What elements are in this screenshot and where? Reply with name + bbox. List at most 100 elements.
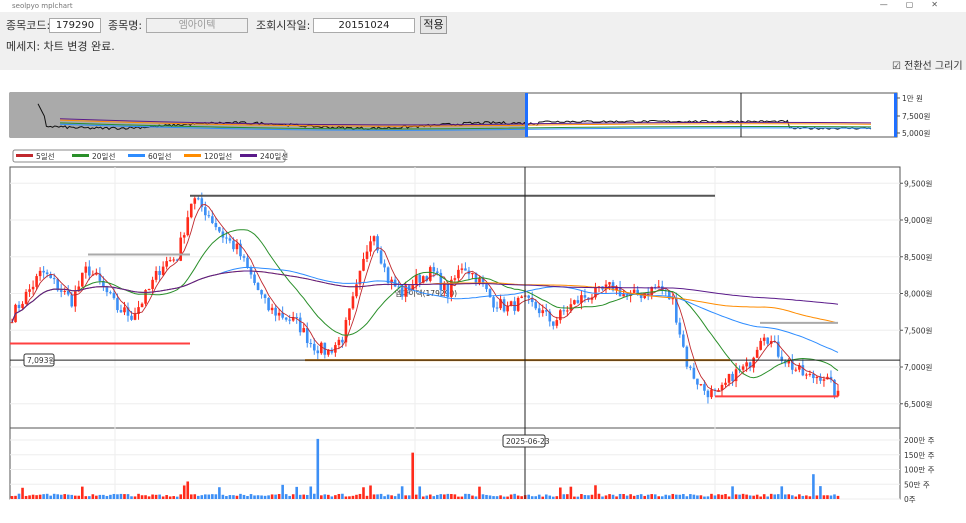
volume-bar [260, 495, 263, 499]
volume-tick-label: 100만 주 [904, 466, 935, 475]
volume-bar [611, 494, 615, 499]
candle-body [724, 382, 727, 385]
volume-bar [457, 496, 460, 499]
volume-bar [689, 494, 692, 499]
candle-body [703, 384, 706, 391]
volume-bar [105, 495, 109, 499]
legend-label: 240일선 [260, 152, 288, 161]
candle-body [386, 267, 390, 283]
volume-bar [780, 486, 784, 499]
candle-body [569, 304, 573, 311]
price-tick-label: 8,500원 [904, 253, 932, 262]
volume-bar [14, 495, 17, 499]
volume-bar [232, 495, 235, 499]
candle-body [263, 294, 267, 299]
volume-bar [513, 493, 516, 499]
volume-bar [446, 493, 450, 499]
volume-bar [147, 496, 151, 499]
volume-bar [481, 494, 485, 499]
legend-label: 20일선 [92, 152, 115, 161]
candle-body [710, 389, 713, 398]
candle-body [418, 274, 422, 283]
volume-bar [42, 494, 45, 499]
candle-body [365, 251, 369, 259]
candle-body [158, 270, 161, 275]
candle-body [762, 337, 766, 341]
candle-body [337, 339, 341, 346]
volume-bar [618, 493, 622, 499]
chart-canvas[interactable]: 9,500원 9,000원 8,500원 8,000원 7,500원 7,000원 6,50… [0, 0, 966, 523]
volume-bar [685, 496, 689, 499]
price-tick-label: 9,000원 [904, 216, 932, 225]
volume-bar [650, 494, 654, 499]
candle-body [130, 315, 133, 320]
volume-bar [52, 493, 56, 499]
volume-bar [207, 494, 211, 499]
overview-axis-label: 5,000원 [902, 129, 930, 138]
volume-bar [312, 493, 316, 499]
volume-bar [710, 493, 713, 499]
volume-bar [453, 494, 457, 499]
candle-body [348, 308, 351, 320]
volume-bar [309, 486, 313, 499]
volume-bar [421, 496, 425, 499]
volume-bar [263, 495, 267, 499]
volume-bar [738, 494, 741, 499]
volume-bar [298, 494, 302, 499]
volume-bar [815, 495, 819, 499]
volume-bar [629, 494, 632, 499]
candle-body [717, 389, 720, 391]
volume-bar [253, 495, 256, 499]
volume-bar [189, 494, 193, 499]
overview-range-handle-right[interactable] [894, 93, 897, 137]
volume-bar [808, 496, 812, 499]
candle-body [172, 259, 175, 261]
candle-body [196, 198, 200, 200]
legend-label: 120일선 [204, 152, 232, 161]
volume-bar [706, 496, 710, 499]
overview-range-handle-left[interactable] [525, 93, 528, 137]
volume-bar [580, 494, 583, 499]
volume-bar [783, 494, 787, 499]
volume-bar [151, 494, 154, 499]
volume-bar [467, 493, 471, 499]
volume-bar [636, 494, 639, 499]
volume-bar [35, 495, 38, 499]
volume-bar [66, 494, 70, 499]
candle-body [232, 240, 235, 250]
volume-bar [696, 495, 699, 499]
candle-body [151, 279, 154, 289]
volume-bar [70, 494, 74, 499]
candle-body [302, 328, 306, 333]
candle-body [766, 337, 770, 344]
volume-bar [450, 494, 453, 499]
candle-body [457, 269, 460, 279]
volume-bar [193, 494, 197, 499]
volume-bar [341, 493, 344, 499]
volume-bar [91, 494, 95, 499]
volume-bar [667, 495, 671, 499]
volume-bar [179, 494, 183, 499]
candle-body [320, 342, 323, 354]
volume-bar [133, 496, 137, 499]
volume-bar [221, 494, 225, 499]
volume-bar [485, 494, 488, 499]
volume-bar [720, 494, 724, 499]
volume-bar [270, 494, 274, 499]
volume-bar [432, 496, 436, 499]
candle-body [189, 203, 193, 218]
volume-bar [492, 496, 495, 499]
volume-bar [836, 495, 840, 499]
volume-bar [471, 495, 474, 499]
candle-body [460, 268, 464, 270]
volume-bar [239, 493, 242, 499]
volume-bar [267, 495, 270, 499]
volume-bar [544, 494, 548, 499]
volume-bar [551, 496, 555, 499]
volume-bar [520, 496, 523, 499]
volume-bar [281, 484, 284, 499]
volume-bar [748, 495, 752, 499]
volume-bar [502, 496, 506, 499]
volume-bar [829, 495, 833, 499]
candle-body [70, 294, 74, 307]
